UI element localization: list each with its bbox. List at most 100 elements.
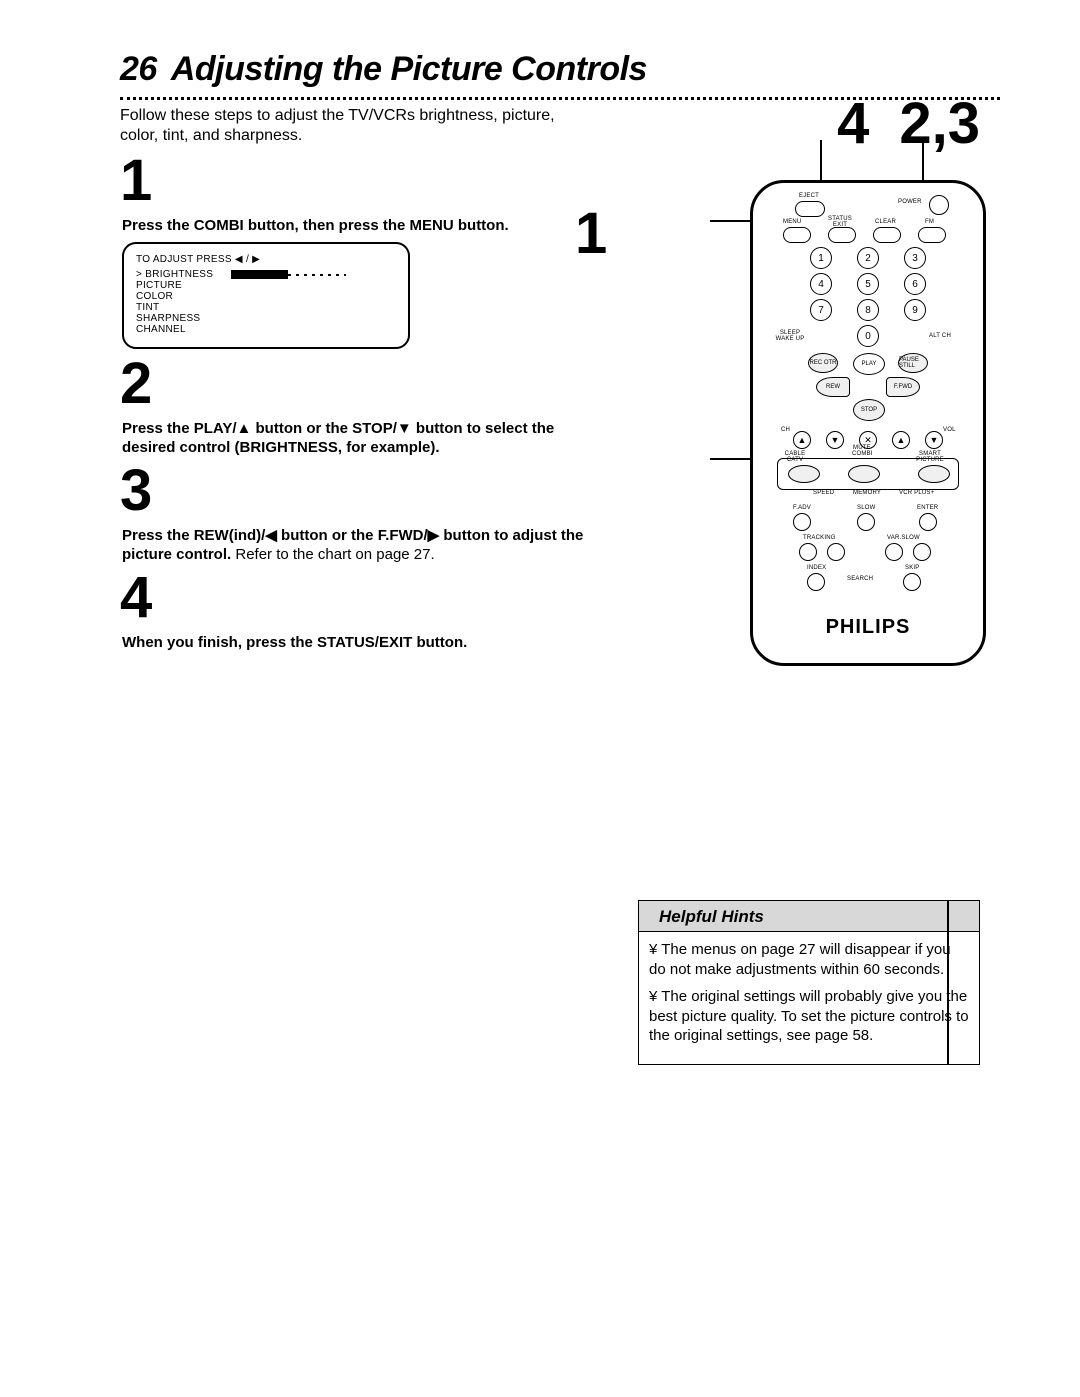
- number-pad: 1 2 3 4 5 6 7 8 9 0: [803, 247, 933, 349]
- power-button: [929, 195, 949, 215]
- enter-label: ENTER: [917, 505, 938, 511]
- clear-label: CLEAR: [875, 219, 896, 225]
- menu-label: MENU: [783, 219, 801, 225]
- hint-item: ¥ The menus on page 27 will disappear if…: [649, 940, 969, 979]
- arrow-down-icon: ▼: [826, 431, 844, 449]
- mode-row: CABLE CATV COMBI SMART PICTURE: [777, 458, 959, 490]
- steps: 1 Press the COMBI button, then press the…: [120, 152, 600, 652]
- fm-label: FM: [925, 219, 934, 225]
- cable-label: CABLE CATV: [782, 451, 808, 463]
- step3-normal: Refer to the chart on page 27.: [235, 546, 434, 563]
- num-5: 5: [857, 273, 879, 295]
- num-0: 0: [857, 325, 879, 347]
- osd-item: SHARPNESS: [136, 313, 231, 324]
- page-title: 26 Adjusting the Picture Controls: [120, 50, 1000, 89]
- intro-text: Follow these steps to adjust the TV/VCRs…: [120, 106, 590, 146]
- eject-button: [795, 201, 825, 217]
- skip-label: SKIP: [905, 565, 919, 571]
- skip-button: [903, 573, 921, 591]
- step3-text: Press the REW(ind)/◀ button or the F.FWD…: [122, 526, 600, 565]
- index-label: INDEX: [807, 565, 826, 571]
- osd-item: PICTURE: [136, 280, 231, 291]
- mute-button: ✕: [859, 431, 877, 449]
- osd-item: > BRIGHTNESS: [136, 269, 231, 280]
- stop-button: STOP: [853, 399, 885, 421]
- altch-label: ALT CH: [929, 333, 951, 339]
- callout-1: 1: [575, 200, 607, 267]
- status-exit-button: [828, 227, 856, 243]
- osd-bar-brightness: [231, 270, 346, 279]
- num-7: 7: [810, 299, 832, 321]
- fadv-button: [793, 513, 811, 531]
- num-9: 9: [904, 299, 926, 321]
- tracking-label: TRACKING: [803, 535, 836, 541]
- num-1: 1: [810, 247, 832, 269]
- hints-title: Helpful Hints: [639, 901, 979, 932]
- fadv-label: F.ADV: [793, 505, 811, 511]
- smart-button: [918, 465, 950, 483]
- osd-item: CHANNEL: [136, 324, 231, 335]
- rec-button: REC OTR: [808, 353, 838, 373]
- tracking-down: [799, 543, 817, 561]
- remote-body: EJECT POWER MENU STATUS EXIT CLEAR FM 1 …: [750, 180, 986, 666]
- helpful-hints-box: Helpful Hints ¥ The menus on page 27 wil…: [638, 900, 980, 1065]
- remote-illustration: EJECT POWER MENU STATUS EXIT CLEAR FM 1 …: [750, 180, 980, 666]
- step2-num: 2: [120, 355, 600, 413]
- arrow-up-icon: ▲: [892, 431, 910, 449]
- hint-item: ¥ The original settings will probably gi…: [649, 987, 969, 1046]
- brand-logo: PHILIPS: [753, 616, 983, 639]
- arrow-up-icon: ▲: [793, 431, 811, 449]
- page-heading: Adjusting the Picture Controls: [171, 50, 647, 88]
- hints-side-rule: [947, 901, 949, 1064]
- num-2: 2: [857, 247, 879, 269]
- step1-text: Press the COMBI button, then press the M…: [122, 216, 600, 236]
- varslow-label: VAR.SLOW: [887, 535, 920, 541]
- step4-text: When you finish, press the STATUS/EXIT b…: [122, 633, 600, 653]
- vcrplus-label: VCR PLUS+: [899, 490, 934, 496]
- menu-button: [783, 227, 811, 243]
- ffwd-button: F.FWD: [886, 377, 920, 397]
- arrow-down-icon: ▼: [925, 431, 943, 449]
- osd-item: TINT: [136, 302, 231, 313]
- osd-item: COLOR: [136, 291, 231, 302]
- power-label: POWER: [898, 199, 922, 205]
- smart-label: SMART PICTURE: [912, 451, 948, 463]
- memory-label: MEMORY: [853, 490, 881, 496]
- slow-label: SLOW: [857, 505, 875, 511]
- cable-button: [788, 465, 820, 483]
- enter-button: [919, 513, 937, 531]
- slow-button: [857, 513, 875, 531]
- osd-menu: TO ADJUST PRESS ◀ / ▶ > BRIGHTNESS PICTU…: [122, 242, 410, 349]
- sleep-label: SLEEP WAKE UP: [773, 330, 807, 342]
- play-button: PLAY: [853, 353, 885, 375]
- transport-cluster: REC OTR PLAY PAUSE STILL REW F.FWD STOP: [808, 353, 928, 423]
- num-6: 6: [904, 273, 926, 295]
- varslow-up: [913, 543, 931, 561]
- num-8: 8: [857, 299, 879, 321]
- eject-label: EJECT: [799, 193, 819, 199]
- pause-button: PAUSE STILL: [898, 353, 928, 373]
- step1-num: 1: [120, 152, 600, 210]
- tracking-up: [827, 543, 845, 561]
- step3-num: 3: [120, 462, 600, 520]
- speed-label: SPEED: [813, 490, 834, 496]
- num-3: 3: [904, 247, 926, 269]
- step-callouts-top: 42,3: [837, 90, 980, 157]
- clear-button: [873, 227, 901, 243]
- rew-button: REW: [816, 377, 850, 397]
- fm-button: [918, 227, 946, 243]
- hints-body: ¥ The menus on page 27 will disappear if…: [639, 932, 979, 1064]
- step4-num: 4: [120, 569, 600, 627]
- step2-text: Press the PLAY/▲ button or the STOP/▼ bu…: [122, 419, 600, 458]
- combi-label: COMBI: [852, 451, 873, 457]
- osd-title: TO ADJUST PRESS ◀ / ▶: [136, 254, 396, 265]
- page-number: 26: [120, 50, 157, 88]
- vol-label: VOL: [943, 427, 956, 433]
- varslow-down: [885, 543, 903, 561]
- callout-4: 4: [837, 91, 869, 156]
- search-label: SEARCH: [847, 576, 873, 582]
- callout-23: 2,3: [899, 91, 980, 156]
- index-button: [807, 573, 825, 591]
- combi-button: [848, 465, 880, 483]
- num-4: 4: [810, 273, 832, 295]
